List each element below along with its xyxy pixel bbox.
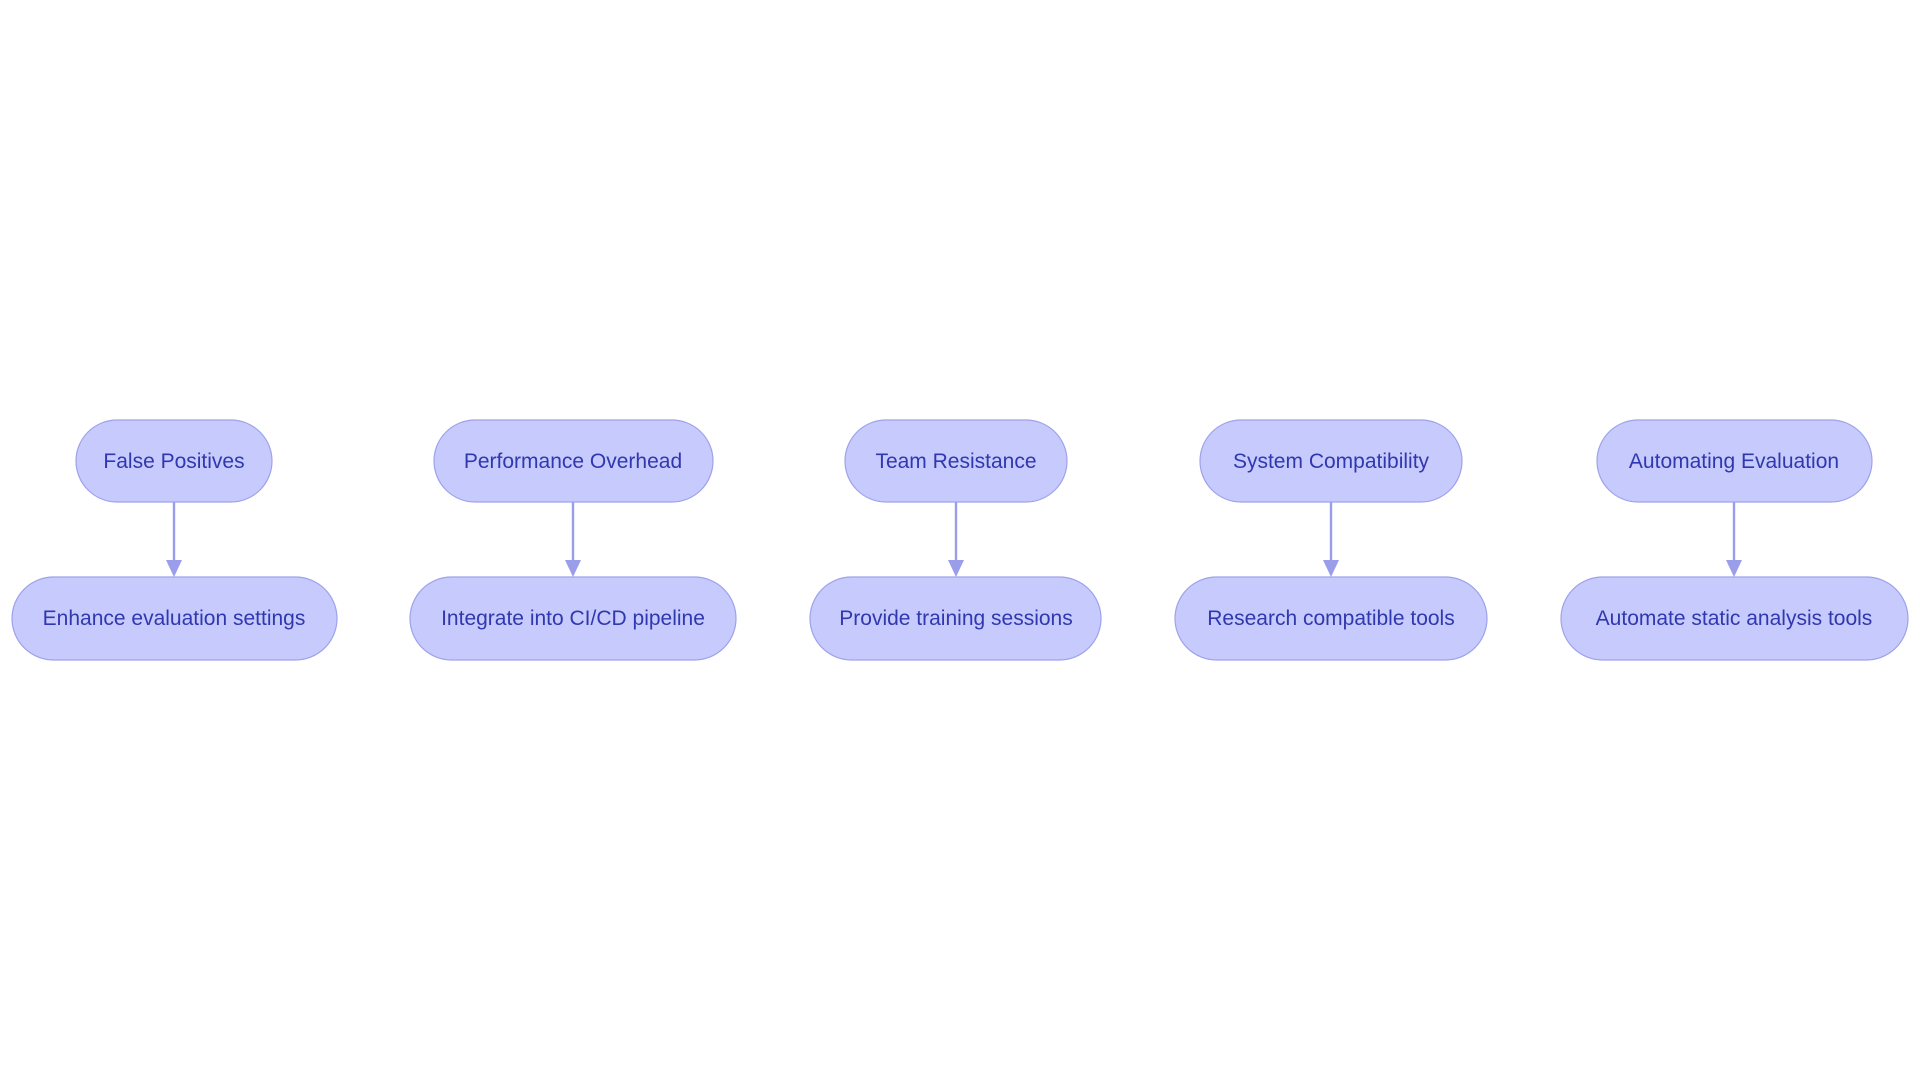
challenge-label: System Compatibility [1233, 450, 1430, 473]
arrowhead-icon [1726, 560, 1742, 577]
challenge-label: Team Resistance [875, 450, 1036, 473]
solution-node[interactable]: Enhance evaluation settings [11, 576, 338, 661]
solution-label: Integrate into CI/CD pipeline [441, 607, 705, 630]
flow-group: False Positives Enhance evaluation setti… [11, 419, 338, 661]
challenge-node[interactable]: System Compatibility [1199, 419, 1463, 503]
arrowhead-icon [565, 560, 581, 577]
challenge-node[interactable]: False Positives [75, 419, 273, 503]
arrowhead-icon [948, 560, 964, 577]
solution-node[interactable]: Integrate into CI/CD pipeline [409, 576, 737, 661]
flow-group: Automating Evaluation Automate static an… [1560, 419, 1909, 661]
flow-group: System Compatibility Research compatible… [1174, 419, 1488, 661]
solution-label: Provide training sessions [839, 607, 1072, 630]
arrowhead-icon [1323, 560, 1339, 577]
solution-node[interactable]: Provide training sessions [809, 576, 1102, 661]
solution-label: Automate static analysis tools [1596, 607, 1873, 630]
arrowhead-icon [166, 560, 182, 577]
challenge-node[interactable]: Team Resistance [844, 419, 1068, 503]
challenge-label: Automating Evaluation [1629, 450, 1839, 473]
challenge-node[interactable]: Automating Evaluation [1596, 419, 1873, 503]
solution-node[interactable]: Automate static analysis tools [1560, 576, 1909, 661]
challenge-label: Performance Overhead [464, 450, 682, 473]
flowchart-diagram: False Positives Enhance evaluation setti… [11, 419, 1909, 661]
flow-group: Team Resistance Provide training session… [809, 419, 1102, 661]
solution-label: Enhance evaluation settings [43, 607, 306, 630]
solution-label: Research compatible tools [1207, 607, 1454, 630]
challenge-label: False Positives [103, 450, 244, 473]
challenge-node[interactable]: Performance Overhead [433, 419, 714, 503]
solution-node[interactable]: Research compatible tools [1174, 576, 1488, 661]
flow-group: Performance Overhead Integrate into CI/C… [409, 419, 737, 661]
